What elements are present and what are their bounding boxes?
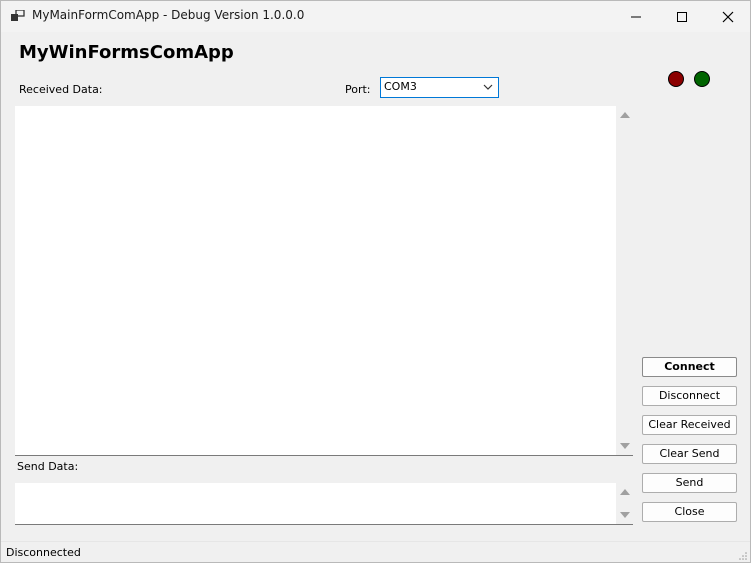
scroll-up-icon[interactable] — [620, 489, 630, 495]
disconnect-button[interactable]: Disconnect — [642, 386, 737, 406]
status-led-red — [668, 71, 684, 87]
main-window: MyMainFormComApp - Debug Version 1.0.0.0… — [0, 0, 751, 563]
status-bar: Disconnected — [1, 541, 750, 562]
app-heading: MyWinFormsComApp — [19, 42, 234, 63]
port-select-value: COM3 — [384, 80, 417, 93]
clear-received-button[interactable]: Clear Received — [642, 415, 737, 435]
received-data-textbox[interactable] — [15, 106, 633, 456]
send-scrollbar[interactable] — [616, 483, 633, 524]
send-button[interactable]: Send — [642, 473, 737, 493]
minimize-button[interactable] — [613, 1, 659, 32]
received-scrollbar[interactable] — [616, 106, 633, 455]
scroll-down-icon[interactable] — [620, 512, 630, 518]
maximize-button[interactable] — [659, 1, 705, 32]
resize-grip-icon[interactable] — [738, 551, 748, 561]
status-text: Disconnected — [6, 546, 81, 559]
chevron-down-icon — [483, 84, 493, 90]
maximize-icon — [677, 12, 687, 22]
close-window-button[interactable] — [705, 1, 750, 32]
close-icon — [722, 11, 734, 23]
port-select[interactable]: COM3 — [380, 77, 499, 98]
port-label: Port: — [345, 83, 371, 96]
minimize-icon — [631, 16, 641, 18]
received-data-label: Received Data: — [19, 83, 103, 96]
clear-send-button[interactable]: Clear Send — [642, 444, 737, 464]
window-title: MyMainFormComApp - Debug Version 1.0.0.0 — [32, 8, 305, 22]
scroll-down-icon[interactable] — [620, 443, 630, 449]
close-button[interactable]: Close — [642, 502, 737, 522]
send-data-label: Send Data: — [17, 460, 79, 473]
scroll-up-icon[interactable] — [620, 112, 630, 118]
send-data-textbox[interactable] — [15, 483, 633, 525]
title-bar: MyMainFormComApp - Debug Version 1.0.0.0 — [1, 1, 750, 32]
app-icon — [11, 10, 25, 21]
connect-button[interactable]: Connect — [642, 357, 737, 377]
status-led-green — [694, 71, 710, 87]
